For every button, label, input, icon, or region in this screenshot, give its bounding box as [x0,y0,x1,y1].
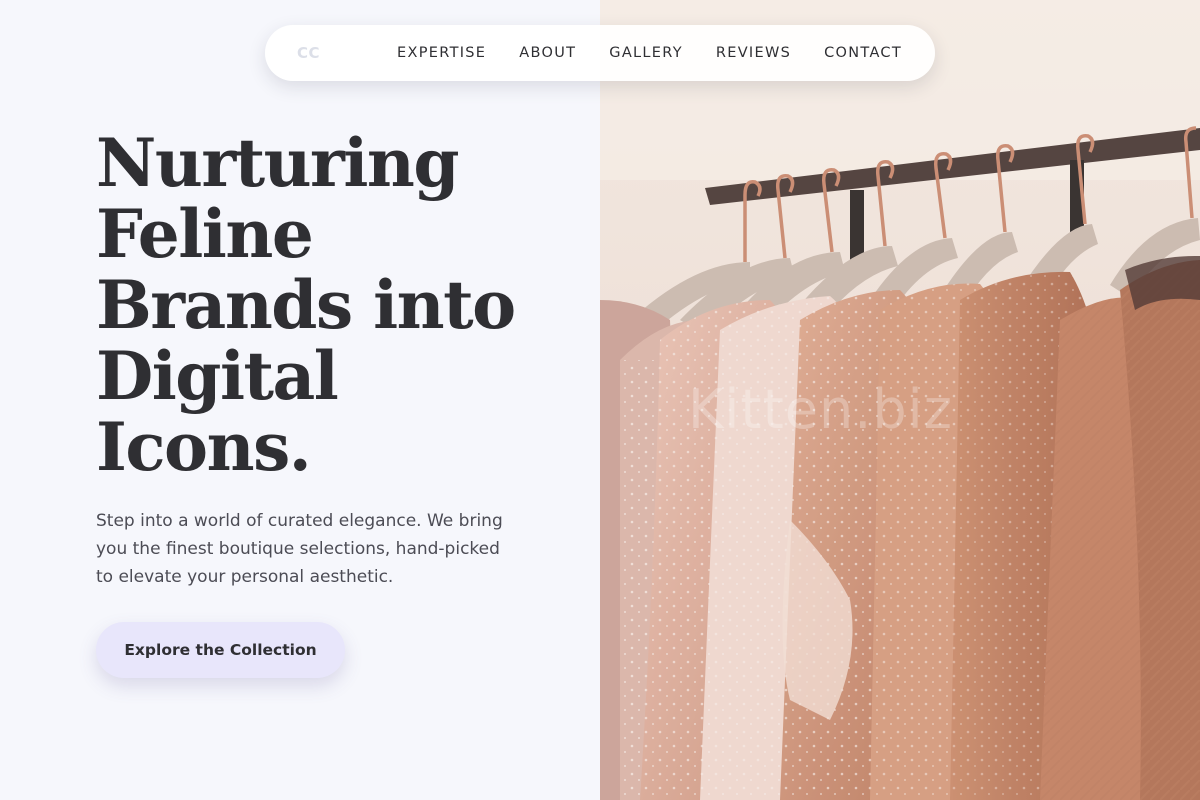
brand-logo[interactable]: CC [297,44,320,62]
nav-link-gallery[interactable]: GALLERY [609,45,683,61]
explore-collection-button[interactable]: Explore the Collection [96,622,345,678]
hero-title-line: Nurturing [96,124,460,202]
hero-description: Step into a world of curated elegance. W… [96,511,503,587]
hero-title: Nurturing Feline Brands into Digital Ico… [96,128,566,483]
top-navbar: CC EXPERTISE ABOUT GALLERY REVIEWS CONTA… [265,25,935,81]
hero-title-line: Feline [96,195,314,273]
nav-link-reviews[interactable]: REVIEWS [716,45,791,61]
hero-title-line: Brands into [96,266,516,344]
nav-link-about[interactable]: ABOUT [519,45,576,61]
nav-link-expertise[interactable]: EXPERTISE [397,45,486,61]
nav-links: EXPERTISE ABOUT GALLERY REVIEWS CONTACT [397,25,902,81]
hero-title-line: Digital [96,337,339,415]
watermark-text: Kitten.biz [688,378,953,441]
nav-link-contact[interactable]: CONTACT [824,45,902,61]
hero-title-line: Icons. [96,408,312,486]
